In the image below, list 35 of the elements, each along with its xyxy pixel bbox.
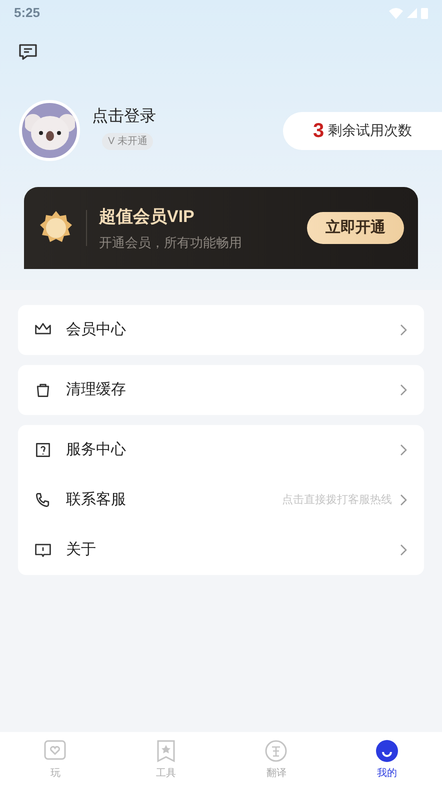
status-time: 5:25	[14, 4, 40, 22]
question-icon	[34, 441, 52, 459]
vip-title: 超值会员VIP	[99, 206, 196, 228]
tab[interactable]: 我的	[332, 738, 442, 780]
menu-item[interactable]: 联系客服 点击直接拨打客服热线	[18, 475, 424, 525]
login-text[interactable]: 点击登录	[92, 105, 156, 129]
wifi-icon	[389, 8, 403, 18]
menu-label: 联系客服	[66, 490, 126, 510]
menu-item[interactable]: 服务中心	[18, 425, 424, 475]
vip-subtitle: 开通会员，所有功能畅用	[99, 234, 242, 252]
trial-count-pill: 3 剩余试用次数	[283, 112, 442, 150]
menu-hint: 点击直接拨打客服热线	[282, 492, 392, 508]
menu-label: 服务中心	[66, 440, 126, 460]
translate-icon	[264, 738, 288, 762]
menu-label: 清理缓存	[66, 380, 126, 400]
menu-item[interactable]: 清理缓存	[18, 365, 424, 415]
menu-item[interactable]: 会员中心	[18, 305, 424, 355]
menu-label: 关于	[66, 540, 96, 560]
phone-icon	[34, 491, 52, 509]
smile-icon	[374, 738, 399, 762]
chevron-right-icon	[400, 324, 408, 336]
message-icon[interactable]	[18, 42, 38, 62]
signal-icon	[407, 8, 417, 18]
menu-item[interactable]: 关于	[18, 525, 424, 575]
bag-icon	[34, 381, 52, 399]
chevron-right-icon	[400, 384, 408, 396]
vip-status-badge: V 未开通	[102, 133, 154, 150]
vip-card[interactable]: 超值会员VIP 开通会员，所有功能畅用 立即开通	[24, 187, 418, 269]
chevron-right-icon	[400, 494, 408, 506]
chevron-right-icon	[400, 544, 408, 556]
open-vip-button[interactable]: 立即开通	[307, 212, 404, 244]
menu-label: 会员中心	[66, 320, 126, 340]
info-icon	[34, 541, 52, 559]
battery-icon	[421, 7, 428, 19]
chevron-right-icon	[400, 444, 408, 456]
